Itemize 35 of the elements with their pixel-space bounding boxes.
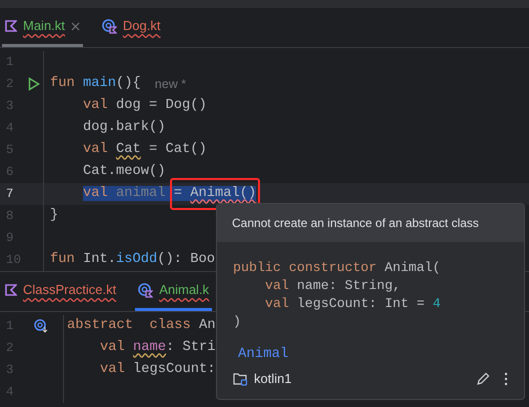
- line-number: 7: [5, 186, 15, 203]
- editor-tab[interactable]: Animal.k: [135, 272, 212, 311]
- editor-tab[interactable]: Main.kt: [2, 8, 83, 47]
- class-file-icon: [102, 18, 117, 34]
- code-line: val Cat = Cat(): [83, 140, 207, 159]
- code-line: val name: Stri: [100, 338, 216, 357]
- code-line: = Animal(): [174, 186, 256, 201]
- kotlin-file-icon: [5, 284, 17, 296]
- class-file-icon: [138, 282, 154, 298]
- more-icon[interactable]: [504, 372, 508, 386]
- close-icon[interactable]: [70, 22, 80, 30]
- module-name: kotlin1: [254, 370, 292, 388]
- signature-line: val name: String,: [265, 277, 401, 295]
- code-line: }: [50, 206, 58, 225]
- class-link[interactable]: Animal: [238, 344, 288, 365]
- kotlin-file-icon: [5, 20, 17, 32]
- run-icon[interactable]: [28, 77, 40, 91]
- editor-tab[interactable]: Dog.kt: [98, 8, 164, 47]
- editor-tab[interactable]: ClassPractice.kt: [2, 272, 120, 311]
- edit-icon[interactable]: [476, 372, 490, 386]
- signature-line: val legsCount: Int = 4: [265, 295, 441, 313]
- module-folder-icon: [233, 372, 248, 386]
- code-line: abstract class An: [67, 316, 216, 335]
- implemented-icon[interactable]: [34, 319, 48, 333]
- code-line: val animal: [83, 184, 174, 204]
- code-line: val dog = Dog(): [83, 96, 207, 115]
- code-line: dog.bark(): [83, 118, 166, 137]
- error-message: Cannot create an instance of an abstract class: [232, 215, 479, 232]
- code-line: fun main(){: [50, 74, 141, 93]
- code-line: fun Int.isOdd(): Boo: [50, 250, 216, 269]
- code-line: val legsCount:: [100, 360, 216, 379]
- author-hint: new *: [154, 76, 186, 93]
- signature-line: ): [233, 313, 241, 331]
- code-line: Cat.meow(): [83, 162, 166, 181]
- signature-line: public constructor Animal(: [233, 259, 440, 277]
